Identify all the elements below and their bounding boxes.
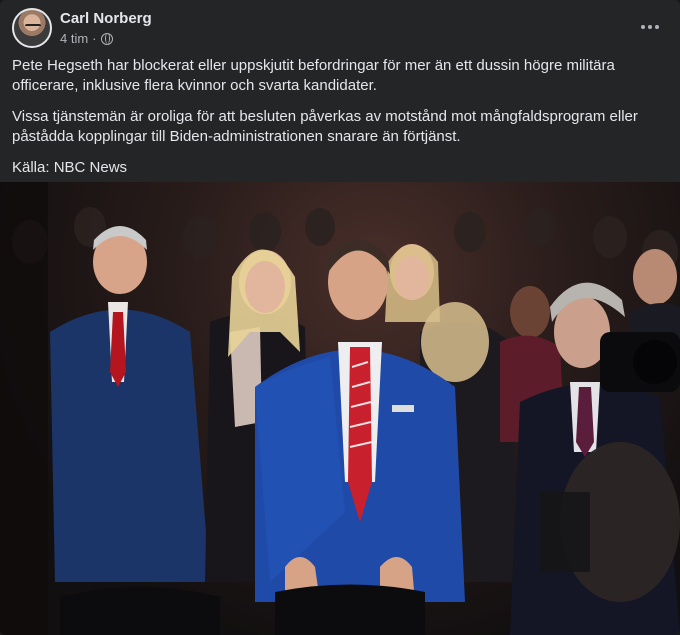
post-source: Källa: NBC News [12,159,128,176]
photo-illustration [0,182,680,635]
more-options-icon[interactable] [636,15,664,39]
timestamp-row: 4 tim · [60,30,152,47]
author-name[interactable]: Carl Norberg [60,9,152,28]
post-header: Carl Norberg 4 tim · [12,7,668,49]
post-paragraph-2: Vissa tjänstemän är oroliga för att besl… [12,108,638,145]
facebook-post: Carl Norberg 4 tim · Pete Hegseth har bl… [0,0,680,635]
globe-icon [100,32,113,45]
author-avatar[interactable] [12,8,52,48]
post-text: Pete Hegseth har blockerat eller uppskju… [12,56,664,189]
post-photo[interactable] [0,182,680,635]
post-time[interactable]: 4 tim [60,30,88,47]
separator-dot: · [92,31,97,46]
post-meta: Carl Norberg 4 tim · [60,9,152,47]
post-paragraph-1: Pete Hegseth har blockerat eller uppskju… [12,57,615,94]
